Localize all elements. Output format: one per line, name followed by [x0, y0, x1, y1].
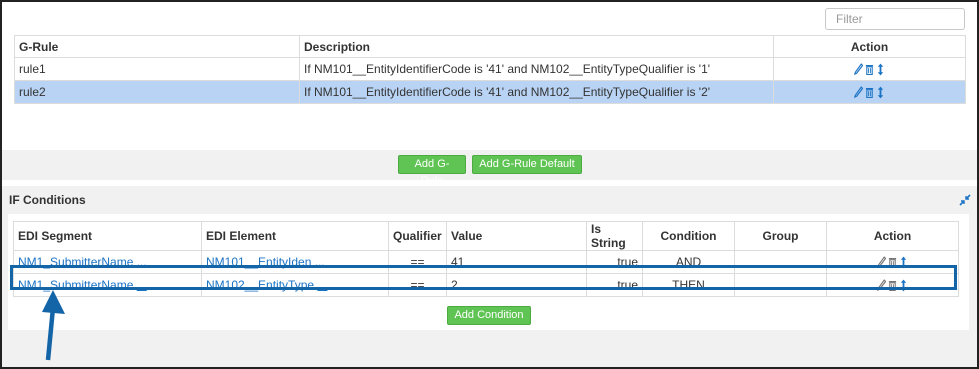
g-rule-header[interactable]: G-Rule	[14, 35, 300, 58]
reorder-icon[interactable]	[876, 63, 885, 76]
panel-title: IF Conditions	[9, 193, 86, 207]
conditions-header-row: EDI Segment EDI Element Qualifier Value …	[13, 221, 959, 251]
g-rule-table: G-Rule Description Action rule1 If NM101…	[14, 35, 966, 104]
table-row[interactable]: rule2 If NM101__EntityIdentifierCode is …	[14, 80, 966, 104]
trash-icon[interactable]	[865, 86, 874, 99]
description-cell: If NM101__EntityIdentifierCode is '41' a…	[299, 57, 774, 81]
description-header[interactable]: Description	[299, 35, 774, 58]
action-header: Action	[773, 35, 966, 58]
filter-input[interactable]	[825, 8, 965, 30]
g-rule-cell: rule1	[14, 57, 300, 81]
description-cell: If NM101__EntityIdentifierCode is '41' a…	[299, 80, 774, 104]
g-rule-header-row: G-Rule Description Action	[14, 35, 966, 58]
qualifier-header[interactable]: Qualifier	[388, 221, 447, 251]
action-cell	[773, 57, 966, 81]
collapse-icon[interactable]	[959, 194, 971, 206]
add-condition-button[interactable]: Add Condition	[447, 306, 531, 325]
reorder-icon[interactable]	[876, 86, 885, 99]
condition-header[interactable]: Condition	[642, 221, 735, 251]
pencil-icon[interactable]	[854, 86, 863, 99]
edi-segment-header[interactable]: EDI Segment	[13, 221, 202, 251]
table-row[interactable]: rule1 If NM101__EntityIdentifierCode is …	[14, 57, 966, 81]
arrow-up-icon	[42, 290, 65, 361]
action-cell	[773, 80, 966, 104]
is-string-header[interactable]: Is String	[586, 221, 643, 251]
value-header[interactable]: Value	[446, 221, 587, 251]
g-rule-cell: rule2	[14, 80, 300, 104]
add-g-rule-default-button[interactable]: Add G-Rule Default	[472, 155, 582, 174]
highlight-box	[10, 265, 957, 290]
add-g-rule-button[interactable]: Add G-Rule	[398, 155, 466, 187]
edi-element-header[interactable]: EDI Element	[201, 221, 389, 251]
pencil-icon[interactable]	[854, 63, 863, 76]
action-header: Action	[826, 221, 959, 251]
group-header[interactable]: Group	[734, 221, 827, 251]
trash-icon[interactable]	[865, 63, 874, 76]
